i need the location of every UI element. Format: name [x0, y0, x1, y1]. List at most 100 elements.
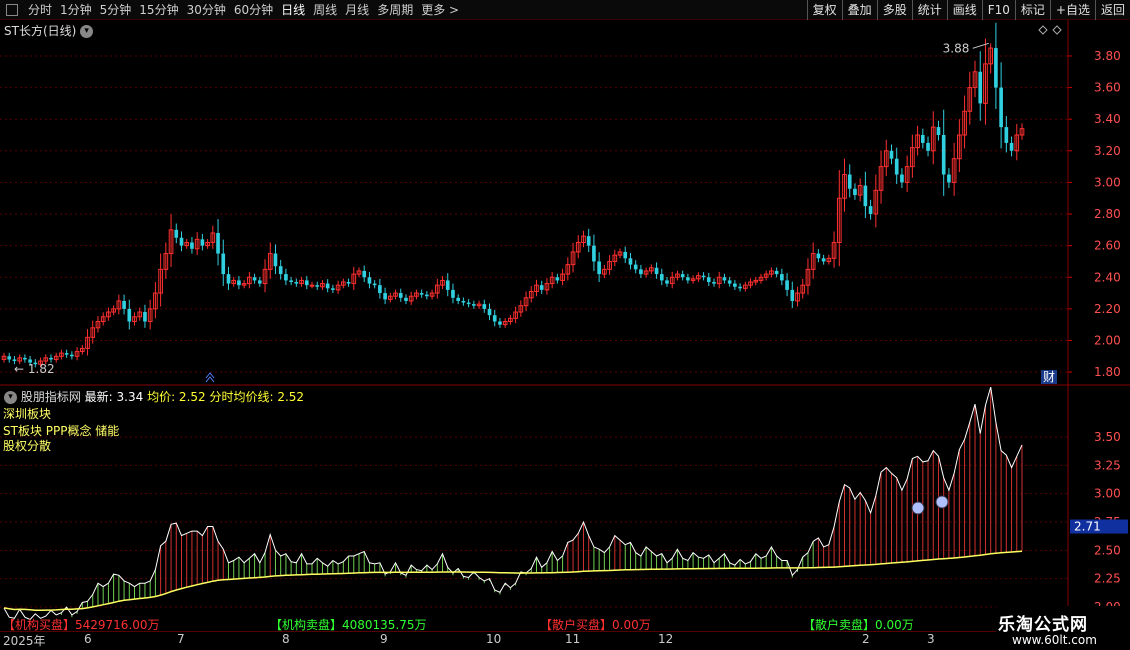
candle-body — [628, 258, 633, 265]
candle-body — [999, 87, 1003, 128]
y-tick-label: 2.60 — [1094, 239, 1121, 253]
high-label: 3.88 — [943, 41, 970, 55]
candle-body — [727, 280, 732, 284]
candle-body — [190, 242, 194, 249]
candle-body — [659, 274, 664, 281]
candle-body — [492, 315, 497, 322]
watermark: 乐淘公式网 www.60lt.com — [996, 606, 1126, 650]
date-label: 9 — [380, 632, 388, 646]
candle-body — [555, 277, 560, 281]
candle-body — [706, 277, 711, 282]
date-label: 8 — [282, 632, 290, 646]
ind-tick-label: 3.25 — [1094, 458, 1121, 472]
latest-label: 最新: 3.34 — [84, 390, 144, 404]
low-label: ← 1.82 — [14, 362, 55, 376]
candle-body — [309, 284, 315, 287]
y-tick-label: 3.40 — [1094, 112, 1121, 126]
candle-body — [774, 270, 779, 275]
candle-body — [816, 253, 821, 259]
sector-1: 深圳板块 — [3, 407, 52, 421]
candle-body — [362, 270, 367, 278]
stock-title: ST长方(日线) — [4, 24, 77, 38]
y-tick-label: 3.00 — [1094, 175, 1121, 189]
candle-body — [941, 135, 946, 175]
diamond-icon — [1052, 25, 1062, 35]
candle-body — [12, 359, 17, 362]
candle-body — [790, 289, 795, 301]
date-label: 10 — [486, 632, 502, 646]
candle-body — [304, 280, 309, 286]
date-label: 7 — [177, 632, 185, 646]
candle-body — [383, 293, 387, 300]
candle-body — [665, 280, 669, 284]
candle-body — [284, 274, 288, 281]
date-label: 6 — [84, 632, 92, 646]
date-label: 11 — [565, 632, 581, 646]
diamond-icon — [1038, 25, 1048, 35]
candle-body — [733, 283, 737, 287]
avg-line-label: 分时均价线: 2.52 — [209, 390, 305, 404]
signal-arrow-icon — [205, 372, 215, 383]
candle-body — [654, 267, 659, 275]
candle-body — [947, 174, 951, 183]
candle-body — [894, 158, 899, 175]
candle-body — [451, 289, 455, 298]
candle-body — [821, 258, 826, 262]
candle-body — [7, 356, 12, 360]
y-tick-label: 3.20 — [1094, 144, 1121, 158]
main-chart-title[interactable]: ST长方(日线) ▾ — [4, 22, 94, 39]
date-label: 12 — [658, 632, 674, 646]
date-label: 2 — [862, 632, 870, 646]
avg-label: 均价: 2.52 — [147, 390, 206, 404]
candle-body — [200, 239, 205, 246]
candle-body — [926, 142, 930, 151]
face-icon — [935, 495, 949, 509]
candle-body — [780, 274, 784, 281]
candle-body — [498, 321, 502, 325]
current-value: 2.71 — [1074, 520, 1101, 534]
candle-body — [419, 293, 424, 295]
candle-body — [174, 229, 179, 238]
candle-body — [221, 253, 226, 275]
chevron-down-icon[interactable]: ▾ — [80, 25, 94, 38]
candle-body — [847, 174, 852, 189]
candle-body — [639, 269, 643, 275]
candle-body — [289, 280, 293, 282]
y-tick-label: 2.80 — [1094, 207, 1121, 221]
watermark-title: 乐淘公式网 — [998, 615, 1088, 635]
candle-body — [404, 297, 408, 301]
face-icon — [911, 501, 925, 515]
candle-body — [920, 135, 925, 143]
candle-body — [70, 354, 74, 357]
candle-body — [445, 280, 450, 290]
chevron-down-icon[interactable]: ▾ — [4, 391, 17, 404]
candle-body — [686, 277, 690, 281]
candle-body — [900, 174, 904, 183]
candle-body — [461, 300, 466, 303]
ind-tick-label: 2.25 — [1094, 572, 1121, 586]
candle-body — [701, 275, 706, 278]
candle-body — [346, 282, 351, 284]
y-tick-label: 2.40 — [1094, 270, 1121, 284]
ind-tick-label: 3.00 — [1094, 487, 1121, 501]
candle-body — [978, 71, 983, 104]
chart-canvas[interactable]: 3.80 3.60 3.40 3.20 3.00 2.80 2.60 2.40 2.20 2.00… — [0, 0, 1130, 650]
candle-body — [226, 274, 231, 284]
date-axis: 2025年 6 7 8 9 10 11 12 2 3 — [0, 631, 1070, 649]
y-tick-label: 2.00 — [1094, 333, 1121, 347]
candle-body — [597, 261, 601, 275]
candle-body — [425, 294, 429, 297]
candle-body — [278, 266, 283, 275]
indicator-header: ▾ 股朋指标网 最新: 3.34 均价: 2.52 分时均价线: 2.52 — [4, 388, 304, 405]
candle-body — [49, 357, 53, 360]
candle-body — [252, 277, 257, 281]
candle-body — [143, 312, 147, 322]
candle-body — [122, 300, 126, 309]
y-tick-label: 3.60 — [1094, 81, 1121, 95]
candle-body — [853, 188, 857, 196]
candle-body — [868, 206, 873, 215]
candle-body — [889, 150, 894, 159]
candle-body — [994, 48, 998, 88]
candle-body — [294, 282, 299, 284]
avg-line — [3, 550, 1023, 612]
